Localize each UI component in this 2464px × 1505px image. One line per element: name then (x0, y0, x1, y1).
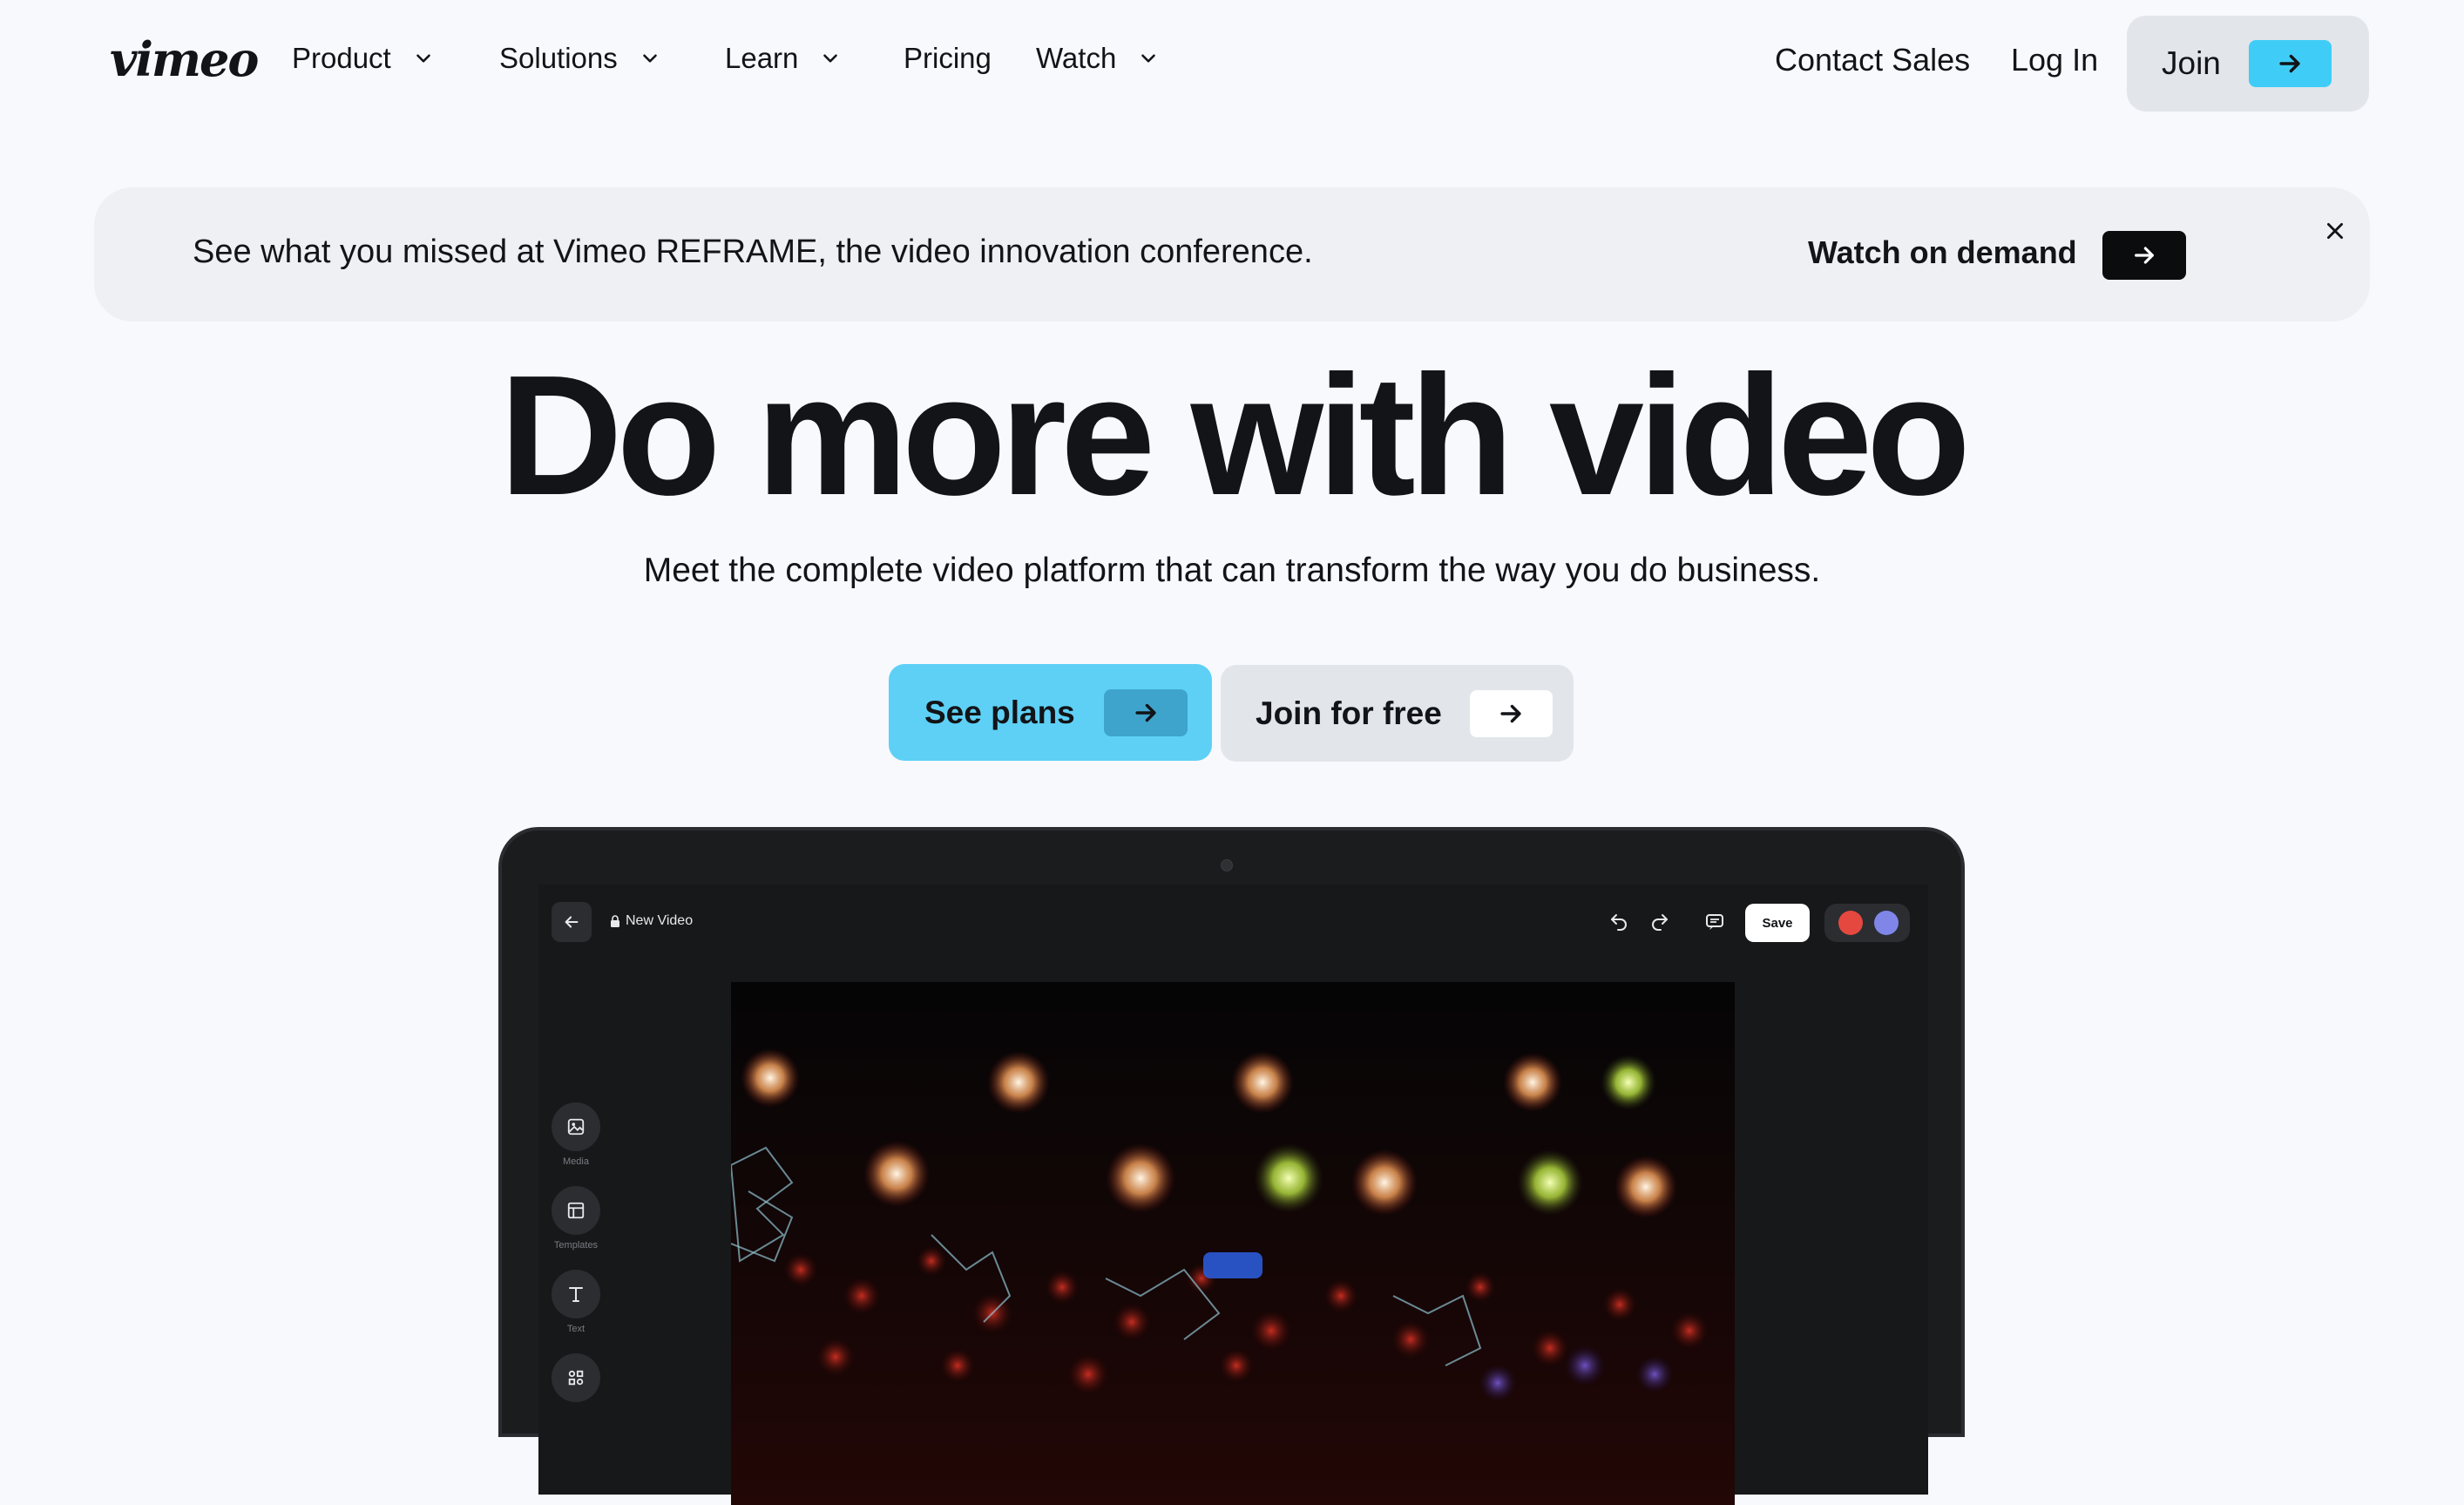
arrow-right-icon (2135, 247, 2154, 264)
arrow-right-icon (1103, 688, 1188, 736)
nav-watch-label: Watch (1036, 42, 1117, 74)
back-button[interactable] (552, 902, 592, 942)
see-plans-button[interactable]: See plans (889, 664, 1212, 761)
camera-dot (1221, 859, 1233, 871)
image-icon (552, 1102, 600, 1151)
see-plans-label: See plans (924, 694, 1075, 730)
side-tool-elements[interactable] (552, 1353, 600, 1402)
editor-screen: New Video Save Media Templates Text (538, 885, 1928, 1505)
side-tool-label: Media (563, 1156, 589, 1167)
elements-icon (552, 1353, 600, 1402)
top-nav: vimeo Product Solutions Learn Pricing Wa… (0, 0, 2464, 127)
chevron-down-icon (416, 54, 430, 63)
redo-icon (1652, 914, 1668, 931)
avatar (1838, 911, 1863, 935)
save-button[interactable]: Save (1745, 904, 1810, 942)
side-tool-media[interactable]: Media (552, 1102, 600, 1167)
video-preview[interactable] (731, 982, 1735, 1505)
join-button-label: Join (2162, 45, 2221, 81)
video-frame-image (731, 982, 1735, 1505)
project-title-label: New Video (626, 913, 694, 928)
banner-close-button[interactable] (2318, 214, 2352, 248)
login-link[interactable]: Log In (2011, 42, 2098, 78)
join-for-free-button[interactable]: Join for free (1221, 665, 1574, 762)
hero-subtitle: Meet the complete video platform that ca… (643, 552, 1821, 589)
hero-title: Do more with video (499, 340, 1971, 531)
contact-sales-link[interactable]: Contact Sales (1775, 42, 1970, 78)
nav-learn[interactable]: Learn (725, 42, 842, 75)
lock-icon (611, 915, 619, 927)
side-tool-text[interactable]: Text (552, 1270, 600, 1334)
layout-icon (552, 1186, 600, 1235)
announcement-banner: See what you missed at Vimeo REFRAME, th… (94, 187, 2370, 322)
watch-on-demand-link[interactable]: Watch on demand (1808, 234, 2077, 271)
vimeo-logo[interactable]: vimeo (110, 31, 259, 87)
nav-pricing-label: Pricing (904, 42, 992, 74)
nav-product-label: Product (292, 42, 391, 74)
avatar (1874, 911, 1899, 935)
chevron-down-icon (1141, 54, 1156, 63)
collaborators-group[interactable] (1824, 904, 1910, 942)
undo-button[interactable] (1606, 909, 1632, 935)
chevron-down-icon (642, 54, 657, 63)
nav-pricing[interactable]: Pricing (904, 42, 992, 75)
text-icon (552, 1270, 600, 1319)
side-tool-label: Text (566, 1324, 586, 1334)
laptop-frame: New Video Save Media Templates Text (498, 827, 1965, 1505)
nav-solutions[interactable]: Solutions (499, 42, 661, 75)
nav-solutions-label: Solutions (499, 42, 618, 74)
comment-icon (1706, 914, 1723, 930)
redo-button[interactable] (1647, 909, 1673, 935)
chevron-down-icon (823, 54, 838, 63)
comments-button[interactable] (1702, 909, 1728, 935)
project-title[interactable]: New Video (610, 913, 693, 929)
undo-icon (1611, 914, 1627, 931)
banner-text: See what you missed at Vimeo REFRAME, th… (193, 234, 1313, 270)
close-icon (2327, 223, 2343, 239)
side-tool-label: Templates (553, 1240, 599, 1251)
nav-learn-label: Learn (725, 42, 799, 74)
join-for-free-label: Join for free (1256, 695, 1442, 731)
arrow-left-icon (565, 916, 579, 928)
banner-arrow-button[interactable] (2102, 231, 2186, 280)
arrow-right-icon (1469, 689, 1553, 737)
editor-toolbar: New Video Save (538, 885, 1928, 972)
side-tool-templates[interactable]: Templates (552, 1186, 600, 1251)
nav-watch[interactable]: Watch (1036, 42, 1160, 75)
nav-product[interactable]: Product (292, 42, 435, 75)
join-button[interactable]: Join (2127, 16, 2369, 112)
arrow-right-icon (2248, 40, 2332, 87)
